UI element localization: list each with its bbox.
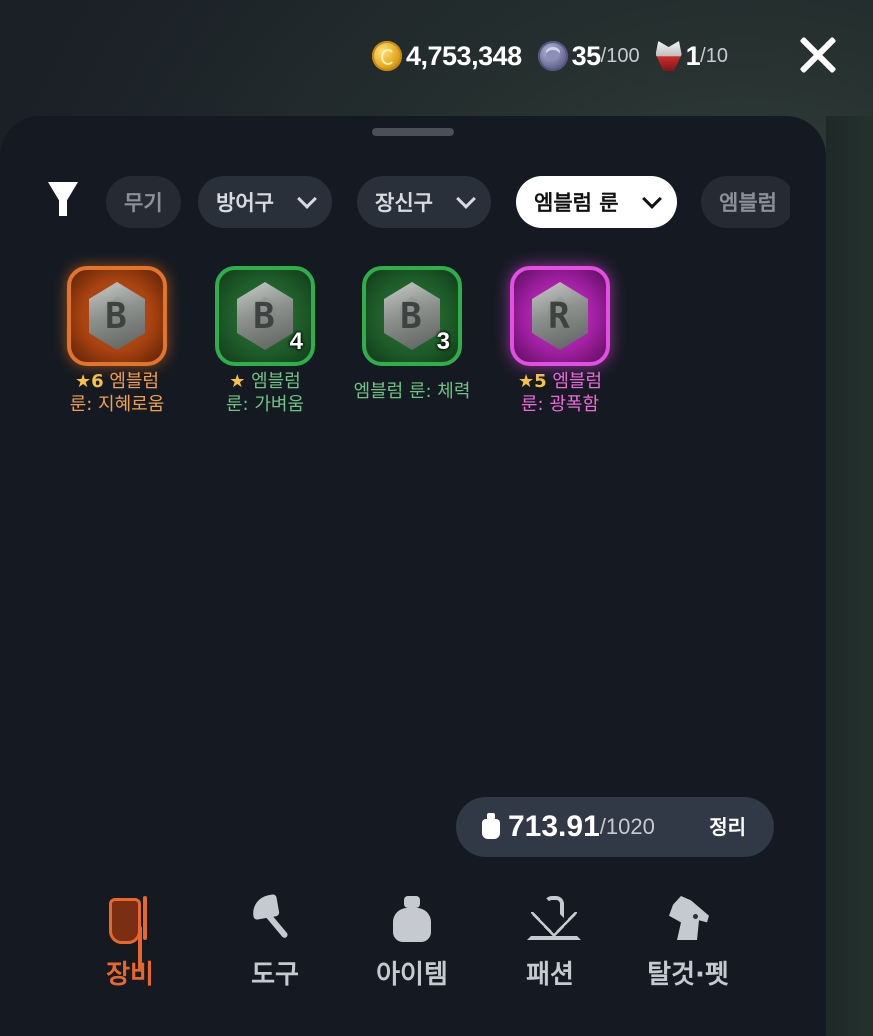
item-name-line1: 엠블럼 룬: 체력 xyxy=(353,381,471,402)
nav-fashion[interactable]: 패션 xyxy=(480,894,620,991)
gold-coin-icon xyxy=(372,41,402,71)
item-tile[interactable]: B xyxy=(67,266,167,366)
chip-label: 엠블럼 룬 xyxy=(534,191,619,215)
currency-bar: 4,753,348 35 /100 1 /10 xyxy=(372,30,744,82)
item-name-line2: 룬: 가벼움 xyxy=(225,394,305,415)
weight-bag-icon xyxy=(482,813,500,839)
chevron-down-icon xyxy=(456,189,476,209)
chip-label: 방어구 xyxy=(216,191,274,215)
gold-value: 4,753,348 xyxy=(406,40,522,71)
nav-label: 도구 xyxy=(251,960,299,990)
item-name: 엠블럼 룬: 체력 xyxy=(332,380,492,403)
chevron-down-icon xyxy=(297,189,317,209)
item-stars: ★6 xyxy=(74,371,104,392)
rune-glyph: B xyxy=(253,296,275,337)
wolf-value: 1 xyxy=(685,40,701,71)
inventory-panel: 무기 방어구 장신구 엠블럼 룬 엠블럼 B ★6 엠블럼 룬: 지혜로움 B … xyxy=(0,116,826,1036)
nav-label: 장비 xyxy=(106,960,154,990)
chip-label: 장신구 xyxy=(375,191,433,215)
shield-sword-icon xyxy=(105,894,155,944)
item-name: ★6 엠블럼 룬: 지혜로움 xyxy=(37,370,197,416)
gem-coin-icon xyxy=(537,41,568,71)
bottom-nav: 장비 도구 아이템 패션 탈것·펫 xyxy=(60,894,780,1014)
currency-wolf: 1 /10 xyxy=(655,40,728,72)
item-tile[interactable]: B 3 xyxy=(362,266,462,366)
bag-icon xyxy=(387,894,437,944)
item-tile[interactable]: B 4 xyxy=(215,266,315,366)
nav-label: 패션 xyxy=(526,960,574,990)
nav-label: 탈것·펫 xyxy=(647,960,729,990)
currency-gold: 4,753,348 xyxy=(372,41,522,72)
rune-glyph: B xyxy=(105,296,127,337)
sort-button[interactable]: 정리 xyxy=(709,811,746,840)
close-icon[interactable] xyxy=(795,32,841,78)
item-count: 4 xyxy=(289,328,303,355)
item-name-line1: 엠블럼 xyxy=(109,371,160,392)
item-name-line1: 엠블럼 xyxy=(552,371,603,392)
inventory-item[interactable]: B 3 엠블럼 룬: 체력 xyxy=(332,266,492,403)
background-edge xyxy=(826,116,873,1036)
inventory-item[interactable]: R ★5 엠블럼 룬: 광폭함 xyxy=(480,266,640,416)
nav-equipment[interactable]: 장비 xyxy=(60,894,200,991)
nav-label: 아이템 xyxy=(376,960,448,990)
chip-armor[interactable]: 방어구 xyxy=(198,176,332,228)
rune-glyph: B xyxy=(400,296,422,337)
gem-value: 35 xyxy=(571,40,602,71)
chip-label: 엠블럼 xyxy=(719,191,777,215)
weight-max: /1020 xyxy=(599,814,655,839)
item-name-line1: 엠블럼 xyxy=(251,371,301,392)
item-tile[interactable]: R xyxy=(510,266,610,366)
item-name: ★5 엠블럼 룬: 광폭함 xyxy=(480,370,640,416)
item-stars: ★5 xyxy=(517,371,547,392)
item-name-line2: 룬: 광폭함 xyxy=(520,394,600,415)
gem-max: /100 xyxy=(600,44,640,67)
drag-handle[interactable] xyxy=(372,128,454,136)
inventory-weight: 713.91 /1020 정리 xyxy=(456,797,774,857)
wolf-token-icon xyxy=(655,41,682,71)
nav-tools[interactable]: 도구 xyxy=(205,894,345,991)
item-name: ★ 엠블럼 룬: 가벼움 xyxy=(185,370,345,416)
category-chips: 무기 방어구 장신구 엠블럼 룬 엠블럼 xyxy=(106,176,790,228)
inventory-item[interactable]: B 4 ★ 엠블럼 룬: 가벼움 xyxy=(185,266,345,416)
chip-emblem-rune[interactable]: 엠블럼 룬 xyxy=(516,176,677,228)
chip-accessory[interactable]: 장신구 xyxy=(357,176,491,228)
axe-icon xyxy=(250,894,300,944)
item-stars: ★ xyxy=(229,371,246,392)
item-name-line2: 룬: 지혜로움 xyxy=(69,394,165,415)
currency-gem: 35 /100 xyxy=(537,40,640,72)
wolf-max: /10 xyxy=(700,44,728,67)
item-count: 3 xyxy=(436,328,450,355)
inventory-item[interactable]: B ★6 엠블럼 룬: 지혜로움 xyxy=(37,266,197,416)
nav-items[interactable]: 아이템 xyxy=(342,894,482,991)
rune-glyph: R xyxy=(548,296,570,337)
hanger-icon xyxy=(525,894,581,944)
chip-label: 무기 xyxy=(124,191,163,215)
chevron-down-icon xyxy=(641,189,662,209)
filter-icon[interactable] xyxy=(48,180,78,218)
horse-icon xyxy=(663,894,713,944)
chip-weapon[interactable]: 무기 xyxy=(106,176,181,228)
chip-emblem[interactable]: 엠블럼 xyxy=(701,176,790,228)
weight-value: 713.91 xyxy=(508,810,600,843)
nav-mount-pet[interactable]: 탈것·펫 xyxy=(618,894,758,991)
